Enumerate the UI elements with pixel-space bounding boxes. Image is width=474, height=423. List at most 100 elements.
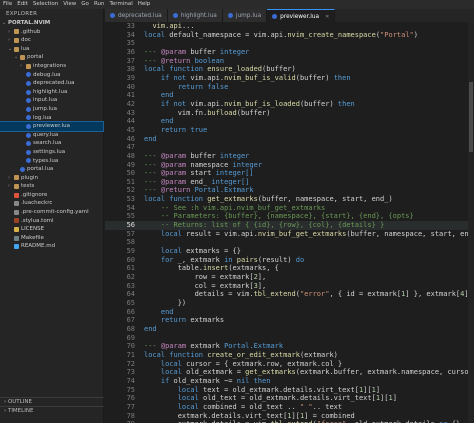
- code-line[interactable]: 63 col = extmark[3],: [105, 282, 474, 291]
- code-line[interactable]: 56 -- Returns: list of { {id}, {row}, {c…: [105, 221, 474, 230]
- menu-item-view[interactable]: View: [63, 0, 76, 9]
- code-line[interactable]: 72 local cursor = { extmark.row, extmark…: [105, 360, 474, 369]
- code-line[interactable]: 41 end: [105, 91, 474, 100]
- menu-item-file[interactable]: File: [3, 0, 12, 9]
- code-line[interactable]: 58: [105, 238, 474, 247]
- tree-item[interactable]: deprecated.lua: [0, 79, 103, 88]
- tree-item[interactable]: Makefile: [0, 234, 103, 243]
- menu-item-terminal[interactable]: Terminal: [109, 0, 132, 9]
- code-text: --- @return boolean: [144, 57, 224, 66]
- code-token: get_extmarks: [245, 368, 296, 377]
- tree-item[interactable]: settings.lua: [0, 148, 103, 157]
- tree-item[interactable]: › .github: [0, 28, 103, 37]
- code-editor[interactable]: 33 vim.api... 34 local default_namespace =…: [105, 22, 474, 423]
- code-line[interactable]: 50 --- @param start integer[]: [105, 169, 474, 178]
- tree-item[interactable]: › doc: [0, 36, 103, 45]
- code-line[interactable]: 76 local old_text = old_extmark.details.…: [105, 394, 474, 403]
- tree-item[interactable]: highlight.lua: [0, 88, 103, 97]
- menu-item-selection[interactable]: Selection: [33, 0, 58, 9]
- code-line[interactable]: 45 return true: [105, 126, 474, 135]
- tab-previewer[interactable]: previewer.lua ✕: [267, 9, 336, 23]
- tree-item[interactable]: .stylua.toml: [0, 217, 103, 226]
- code-token: details = vim.: [144, 290, 254, 299]
- code-line[interactable]: 49 --- @param namespace integer: [105, 161, 474, 170]
- code-line[interactable]: 66 end: [105, 308, 474, 317]
- code-line[interactable]: 73 local old_extmark = get_extmarks(extm…: [105, 368, 474, 377]
- tree-item[interactable]: debug.lua: [0, 71, 103, 80]
- code-line[interactable]: 61 table.insert(extmarks, {: [105, 264, 474, 273]
- code-token: ---: [144, 151, 161, 160]
- tree-item[interactable]: LICENSE: [0, 225, 103, 234]
- editor-scrollbar[interactable]: [468, 22, 474, 423]
- code-line[interactable]: 37 --- @return boolean: [105, 57, 474, 66]
- code-line[interactable]: 33 vim.api...: [105, 22, 474, 31]
- menu-item-edit[interactable]: Edit: [17, 0, 28, 9]
- scrollbar-thumb[interactable]: [469, 82, 473, 152]
- code-line[interactable]: 78 extmark.details.virt_text[1][1] = com…: [105, 412, 474, 421]
- tree-item[interactable]: ⌄ lua: [0, 45, 103, 54]
- code-line[interactable]: 52 --- @return Portal.Extmark: [105, 186, 474, 195]
- tree-item[interactable]: query.lua: [0, 131, 103, 140]
- code-line[interactable]: 74 if old_extmark ~= nil then: [105, 377, 474, 386]
- code-line[interactable]: 68 end: [105, 325, 474, 334]
- code-line[interactable]: 42 if not vim.api.nvim_buf_is_loaded(buf…: [105, 100, 474, 109]
- code-line[interactable]: 44 end: [105, 117, 474, 126]
- code-line[interactable]: 35: [105, 39, 474, 48]
- code-line[interactable]: 38 local function ensure_loaded(buffer): [105, 65, 474, 74]
- menu-item-run[interactable]: Run: [94, 0, 105, 9]
- tree-item[interactable]: ⌄ portal: [0, 53, 103, 62]
- tree-item[interactable]: ⌄ PORTAL.NVIM: [0, 19, 103, 28]
- code-line[interactable]: 65 }): [105, 299, 474, 308]
- tree-item[interactable]: .pre-commit-config.yaml: [0, 208, 103, 217]
- code-line[interactable]: 62 row = extmark[2],: [105, 273, 474, 282]
- tree-item[interactable]: types.lua: [0, 157, 103, 166]
- code-line[interactable]: 55 -- Parameters: {buffer}, {namespace},…: [105, 212, 474, 221]
- tab-jump[interactable]: jump.lua: [222, 9, 268, 22]
- lua-file-icon: [26, 80, 31, 86]
- tree-item-label: jump.lua: [33, 105, 57, 112]
- code-text: details = vim.tbl_extend("error", { id =…: [144, 290, 474, 299]
- code-line[interactable]: 69: [105, 334, 474, 343]
- code-line[interactable]: 71 local function create_or_edit_extmark(…: [105, 351, 474, 360]
- code-line[interactable]: 34 local default_namespace = vim.api.nvim…: [105, 31, 474, 40]
- tree-item[interactable]: input.lua: [0, 96, 103, 105]
- code-line[interactable]: 51 --- @param end_ integer[]: [105, 178, 474, 187]
- tree-item[interactable]: portal.lua: [0, 165, 103, 174]
- tree-item[interactable]: › plugin: [0, 174, 103, 183]
- code-text: --- @return Portal.Extmark: [144, 186, 254, 195]
- outline-section[interactable]: › OUTLINE: [0, 397, 104, 406]
- code-line[interactable]: 77 local combined = old_text .. " ".. te…: [105, 403, 474, 412]
- code-line[interactable]: 57 local result = vim.api.nvim_buf_get_e…: [105, 230, 474, 239]
- code-line[interactable]: 59 local extmarks = {}: [105, 247, 474, 256]
- close-icon[interactable]: ✕: [325, 14, 329, 20]
- tree-item[interactable]: .luacheckrc: [0, 199, 103, 208]
- tree-item[interactable]: README.md: [0, 242, 103, 251]
- code-line[interactable]: 36 --- @param buffer integer: [105, 48, 474, 57]
- code-line[interactable]: 48 --- @param buffer integer: [105, 152, 474, 161]
- menu-item-help[interactable]: Help: [138, 0, 151, 9]
- code-line[interactable]: 60 for _, extmark in pairs(result) do: [105, 256, 474, 265]
- tree-item[interactable]: search.lua: [0, 139, 103, 148]
- tree-item[interactable]: previewer.lua: [0, 121, 104, 132]
- tree-item[interactable]: › integrations: [0, 62, 103, 71]
- lua-file-icon: [110, 13, 115, 18]
- code-line[interactable]: 70 --- @param extmark Portal.Extmark: [105, 342, 474, 351]
- menu-item-go[interactable]: Go: [81, 0, 89, 9]
- code-line[interactable]: 53 local function get_extmarks(buffer, na…: [105, 195, 474, 204]
- code-line[interactable]: 75 local text = old_extmark.details.virt…: [105, 386, 474, 395]
- code-line[interactable]: 54 -- See :h vim.api.nvim_buf_get_extmar…: [105, 204, 474, 213]
- code-line[interactable]: 47: [105, 143, 474, 152]
- timeline-section[interactable]: › TIMELINE: [0, 406, 104, 415]
- code-line[interactable]: 39 if not vim.api.nvim_buf_is_valid(buff…: [105, 74, 474, 83]
- code-line[interactable]: 67 return extmarks: [105, 316, 474, 325]
- code-line[interactable]: 64 details = vim.tbl_extend("error", { i…: [105, 290, 474, 299]
- tree-item[interactable]: jump.lua: [0, 105, 103, 114]
- tree-item[interactable]: .gitignore: [0, 191, 103, 200]
- tab-highlight[interactable]: highlight.lua: [167, 9, 223, 22]
- code-line[interactable]: 40 return false: [105, 83, 474, 92]
- tree-item[interactable]: › tests: [0, 182, 103, 191]
- code-line[interactable]: 46 end: [105, 135, 474, 144]
- tree-item[interactable]: log.lua: [0, 114, 103, 123]
- code-line[interactable]: 43 vim.fn.bufload(buffer): [105, 109, 474, 118]
- tab-deprecated[interactable]: deprecated.lua: [105, 9, 168, 22]
